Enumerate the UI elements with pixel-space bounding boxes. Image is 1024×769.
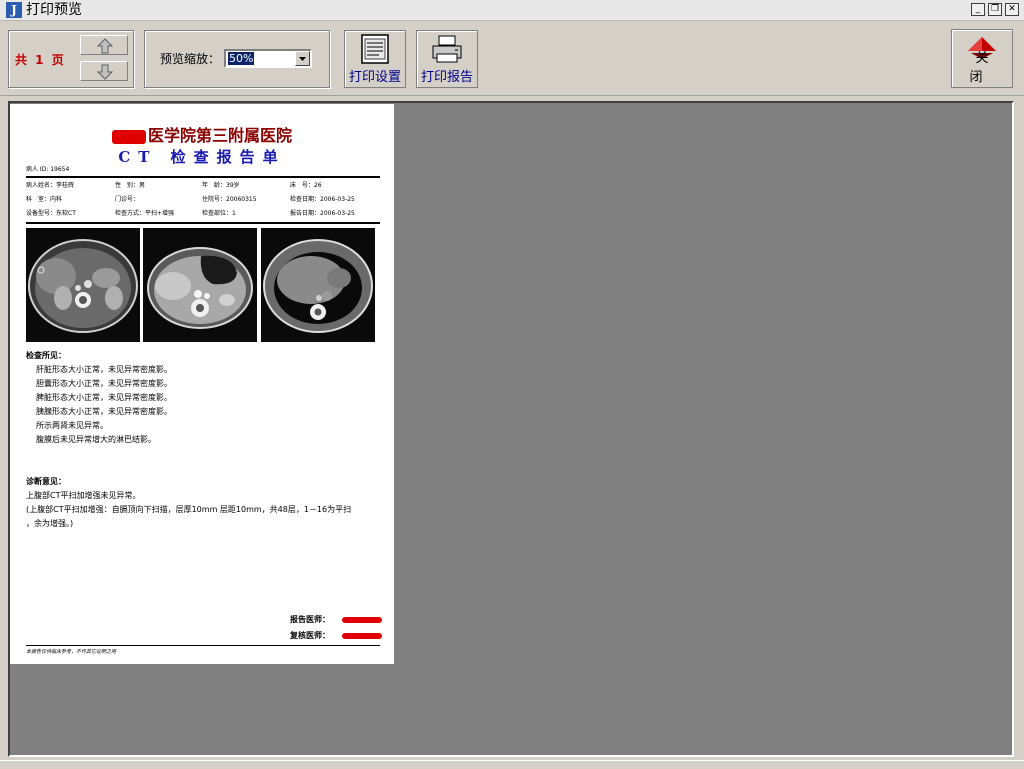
report-page: 医学院第三附属医院 CT 检查报告单 病人 ID: 19654 病人姓名：李桂辉… (10, 104, 394, 664)
redaction-mark (342, 617, 382, 623)
close-button[interactable]: 关闭 (951, 29, 1013, 88)
info-cell: 检查方式：平扫+增强 (115, 210, 175, 217)
diagnosis-title: 诊断意见： (26, 477, 66, 486)
print-settings-icon (361, 34, 389, 64)
report-doctor-label: 报告医师： (290, 615, 330, 624)
info-cell: 病人姓名：李桂辉 (26, 182, 75, 189)
patient-id: 病人 ID: 19654 (26, 166, 70, 173)
info-cell: 门诊号： (115, 196, 140, 203)
finding-line: 腹膜后未见异常增大的淋巴结影。 (36, 435, 156, 444)
restore-icon[interactable]: ❐ (988, 3, 1002, 16)
divider (26, 176, 380, 178)
info-cell: 住院号：20060315 (202, 196, 257, 203)
diagnosis-line: (上腹部CT平扫加增强：自膈顶向下扫描，层厚10mm 层距10mm，共48层，1… (26, 505, 352, 514)
info-cell: 床 号：26 (290, 182, 322, 189)
window-title: 打印预览 (26, 2, 82, 18)
report-title: CT 检查报告单 (118, 148, 286, 166)
divider (26, 645, 380, 646)
diagnosis-line: 上腹部CT平扫加增强未见异常。 (26, 491, 141, 500)
app-logo-icon: J (6, 2, 22, 18)
print-settings-label: 打印设置 (348, 70, 401, 85)
minimize-icon[interactable]: _ (971, 3, 985, 16)
zoom-select[interactable]: 50% (224, 49, 312, 68)
page-count: 共 1 页 (15, 53, 66, 67)
finding-line: 脾脏形态大小正常，未见异常密度影。 (36, 393, 172, 402)
page-down-button[interactable] (80, 61, 128, 81)
ct-image (143, 228, 257, 342)
review-doctor-label: 复核医师： (290, 631, 330, 640)
close-label: 关闭 (969, 51, 1001, 85)
finding-line: 胆囊形态大小正常，未见异常密度影。 (36, 379, 172, 388)
finding-line: 所示两肾未见异常。 (36, 421, 108, 430)
close-window-icon[interactable]: ✕ (1005, 3, 1019, 16)
diagnosis-line: ，余为增强。) (26, 519, 74, 528)
zoom-value: 50% (228, 52, 255, 65)
arrow-down-icon (96, 64, 114, 80)
arrow-up-icon (96, 38, 114, 54)
zoom-label: 预览缩放： (160, 52, 221, 66)
divider (26, 222, 380, 224)
redaction-mark (342, 633, 382, 639)
info-cell: 报告日期：2006-03-25 (290, 210, 355, 217)
info-cell: 性 别：男 (115, 182, 146, 189)
dropdown-arrow-icon[interactable] (295, 51, 310, 66)
ct-image (26, 228, 140, 342)
finding-line: 肝脏形态大小正常，未见异常密度影。 (36, 365, 172, 374)
info-cell: 年 龄：39岁 (202, 182, 240, 189)
ct-image (261, 228, 375, 342)
footer-note: 本报告仅供临床参考，不作其它证明之用 (26, 649, 117, 655)
info-cell: 检查日期：2006-03-25 (290, 196, 355, 203)
findings-title: 检查所见： (26, 351, 66, 360)
print-report-label: 打印报告 (420, 70, 473, 85)
print-report-button[interactable]: 打印报告 (416, 30, 478, 88)
page-up-button[interactable] (80, 35, 128, 55)
title-bar: J 打印预览 _ ❐ ✕ (0, 0, 1024, 21)
print-settings-button[interactable]: 打印设置 (344, 30, 406, 88)
info-cell: 科 室：内科 (26, 196, 63, 203)
info-cell: 设备型号：东软CT (26, 210, 76, 217)
finding-line: 胰腺形态大小正常，未见异常密度影。 (36, 407, 172, 416)
redaction-mark (111, 129, 146, 144)
info-cell: 检查部位：1 (202, 210, 236, 217)
printer-icon (432, 35, 462, 63)
hospital-title: 医学院第三附属医院 (10, 122, 394, 146)
